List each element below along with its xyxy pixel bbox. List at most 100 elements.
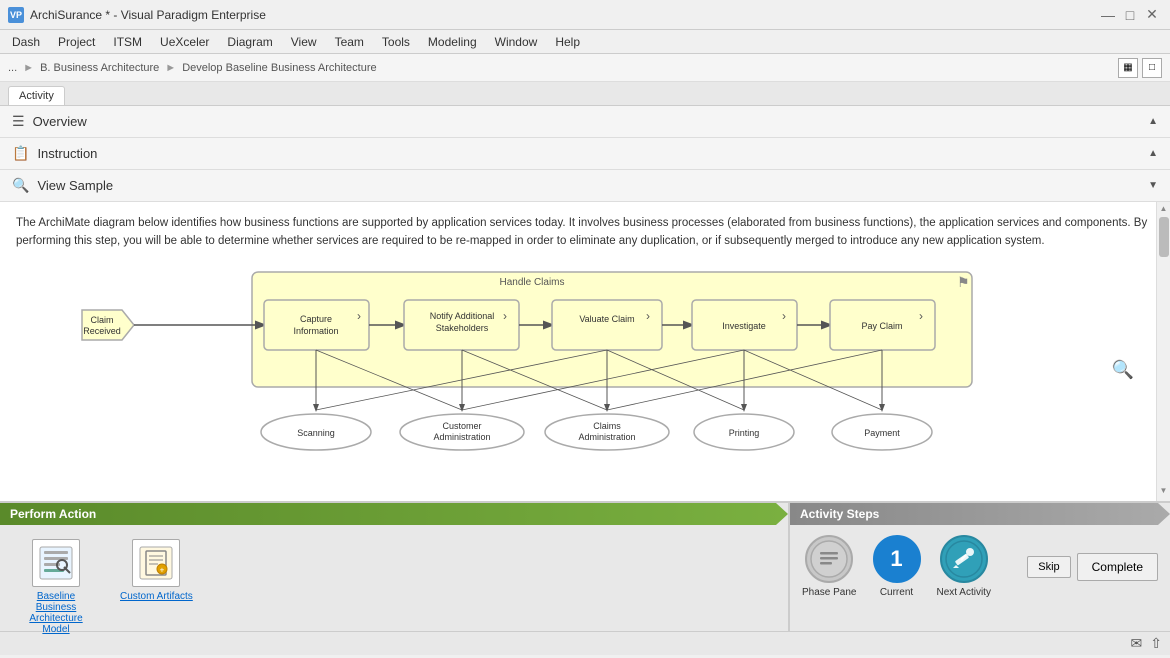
menu-help[interactable]: Help bbox=[547, 33, 588, 51]
svg-text:Printing: Printing bbox=[729, 428, 760, 438]
overview-icon: ☰ bbox=[12, 113, 25, 130]
action-icon-baseline bbox=[32, 539, 80, 587]
step-phase-pane: Phase Pane bbox=[802, 535, 857, 598]
viewsample-title: View Sample bbox=[37, 178, 113, 193]
svg-text:Claim: Claim bbox=[90, 315, 113, 325]
tab-activity[interactable]: Activity bbox=[8, 86, 65, 105]
scroll-up[interactable]: ▲ bbox=[1157, 202, 1170, 215]
svg-text:›: › bbox=[646, 309, 650, 323]
step-label-next: Next Activity bbox=[937, 587, 991, 598]
svg-text:›: › bbox=[919, 309, 923, 323]
menu-modeling[interactable]: Modeling bbox=[420, 33, 485, 51]
menu-bar: Dash Project ITSM UeXceler Diagram View … bbox=[0, 30, 1170, 54]
svg-text:Notify Additional: Notify Additional bbox=[430, 311, 495, 321]
step-circle-next bbox=[940, 535, 988, 583]
step-label-current: Current bbox=[880, 587, 913, 598]
breadcrumb-icons: ▦ □ bbox=[1118, 58, 1162, 78]
step-current: 1 Current bbox=[873, 535, 921, 598]
activity-steps-content: Phase Pane 1 Current bbox=[790, 531, 1170, 602]
activity-steps-panel: Activity Steps Phase Pane 1 bbox=[790, 503, 1170, 631]
viewsample-icon: 🔍 bbox=[12, 177, 29, 194]
svg-text:Pay Claim: Pay Claim bbox=[861, 321, 902, 331]
svg-text:Received: Received bbox=[83, 326, 121, 336]
breadcrumb-icon-1[interactable]: ▦ bbox=[1118, 58, 1138, 78]
breadcrumb: ... ► B. Business Architecture ► Develop… bbox=[8, 62, 377, 74]
scroll-thumb[interactable] bbox=[1159, 217, 1169, 257]
menu-diagram[interactable]: Diagram bbox=[219, 33, 280, 51]
archimate-diagram: Handle Claims ⚑ Claim Received Capture I… bbox=[22, 267, 1072, 467]
overview-title: Overview bbox=[33, 114, 87, 129]
viewsample-arrow: ▼ bbox=[1148, 180, 1158, 191]
action-icon-custom: + bbox=[132, 539, 180, 587]
app-icon: VP bbox=[8, 7, 24, 23]
breadcrumb-business-arch[interactable]: B. Business Architecture bbox=[40, 62, 159, 74]
svg-text:Stakeholders: Stakeholders bbox=[436, 323, 489, 333]
menu-team[interactable]: Team bbox=[327, 33, 372, 51]
breadcrumb-sep2: ► bbox=[165, 62, 176, 74]
action-label-custom: Custom Artifacts bbox=[120, 591, 193, 602]
scroll-bar[interactable]: ▲ ▼ bbox=[1156, 202, 1170, 501]
upload-icon[interactable]: ⇧ bbox=[1150, 635, 1162, 652]
svg-text:Customer: Customer bbox=[442, 421, 481, 431]
scroll-down[interactable]: ▼ bbox=[1157, 484, 1170, 497]
perform-action-items: Baseline Business Architecture Model + C… bbox=[0, 531, 788, 643]
bottom-area: Perform Action Baseline Business Arch bbox=[0, 501, 1170, 631]
menu-tools[interactable]: Tools bbox=[374, 33, 418, 51]
complete-button[interactable]: Complete bbox=[1077, 553, 1158, 581]
instruction-title: Instruction bbox=[37, 146, 97, 161]
step-label-phase: Phase Pane bbox=[802, 587, 857, 598]
svg-text:Administration: Administration bbox=[433, 432, 490, 442]
svg-text:Scanning: Scanning bbox=[297, 428, 335, 438]
main-content: ☰ Overview ▲ 📋 Instruction ▲ 🔍 View Samp… bbox=[0, 106, 1170, 501]
breadcrumb-icon-2[interactable]: □ bbox=[1142, 58, 1162, 78]
svg-text:›: › bbox=[357, 309, 361, 323]
window-controls[interactable]: — □ ✕ bbox=[1098, 5, 1162, 25]
menu-window[interactable]: Window bbox=[487, 33, 546, 51]
menu-project[interactable]: Project bbox=[50, 33, 103, 51]
menu-view[interactable]: View bbox=[283, 33, 325, 51]
svg-text:Valuate Claim: Valuate Claim bbox=[579, 314, 634, 324]
activity-tab-bar: Activity bbox=[0, 82, 1170, 106]
current-number: 1 bbox=[890, 546, 902, 572]
menu-itsm[interactable]: ITSM bbox=[105, 33, 150, 51]
svg-text:›: › bbox=[503, 309, 507, 323]
svg-text:Claims: Claims bbox=[593, 421, 621, 431]
svg-text:Administration: Administration bbox=[578, 432, 635, 442]
zoom-icon[interactable]: 🔍 bbox=[1112, 356, 1134, 385]
menu-dash[interactable]: Dash bbox=[4, 33, 48, 51]
sample-content: The ArchiMate diagram below identifies h… bbox=[0, 202, 1170, 482]
svg-text:+: + bbox=[160, 566, 165, 575]
section-header-instruction[interactable]: 📋 Instruction ▲ bbox=[0, 138, 1170, 170]
step-circle-current: 1 bbox=[873, 535, 921, 583]
app-title: ArchiSurance * - Visual Paradigm Enterpr… bbox=[30, 8, 266, 22]
svg-text:Payment: Payment bbox=[864, 428, 900, 438]
maximize-button[interactable]: □ bbox=[1120, 5, 1140, 25]
step-next-activity: Next Activity bbox=[937, 535, 991, 598]
breadcrumb-ellipsis[interactable]: ... bbox=[8, 62, 17, 74]
sample-text: The ArchiMate diagram below identifies h… bbox=[16, 214, 1154, 251]
skip-button[interactable]: Skip bbox=[1027, 556, 1070, 578]
action-item-custom[interactable]: + Custom Artifacts bbox=[116, 535, 197, 639]
instruction-arrow: ▲ bbox=[1148, 148, 1158, 159]
email-icon[interactable]: ✉ bbox=[1131, 635, 1143, 652]
minimize-button[interactable]: — bbox=[1098, 5, 1118, 25]
breadcrumb-sep1: ► bbox=[23, 62, 34, 74]
svg-text:Handle Claims: Handle Claims bbox=[499, 277, 564, 288]
breadcrumb-develop[interactable]: Develop Baseline Business Architecture bbox=[182, 62, 376, 74]
breadcrumb-bar: ... ► B. Business Architecture ► Develop… bbox=[0, 54, 1170, 82]
activity-steps-header: Activity Steps bbox=[790, 503, 1170, 525]
section-header-overview[interactable]: ☰ Overview ▲ bbox=[0, 106, 1170, 138]
svg-text:Investigate: Investigate bbox=[722, 321, 766, 331]
perform-action-header: Perform Action bbox=[0, 503, 788, 525]
diagram-wrapper: Handle Claims ⚑ Claim Received Capture I… bbox=[16, 261, 1154, 479]
title-bar: VP ArchiSurance * - Visual Paradigm Ente… bbox=[0, 0, 1170, 30]
step-circle-phase bbox=[805, 535, 853, 583]
overview-arrow: ▲ bbox=[1148, 116, 1158, 127]
svg-text:Capture: Capture bbox=[300, 314, 332, 324]
action-item-baseline[interactable]: Baseline Business Architecture Model bbox=[12, 535, 100, 639]
close-button[interactable]: ✕ bbox=[1142, 5, 1162, 25]
menu-uexceler[interactable]: UeXceler bbox=[152, 33, 217, 51]
section-header-viewsample[interactable]: 🔍 View Sample ▼ bbox=[0, 170, 1170, 202]
svg-text:⚑: ⚑ bbox=[957, 274, 970, 290]
instruction-icon: 📋 bbox=[12, 145, 29, 162]
